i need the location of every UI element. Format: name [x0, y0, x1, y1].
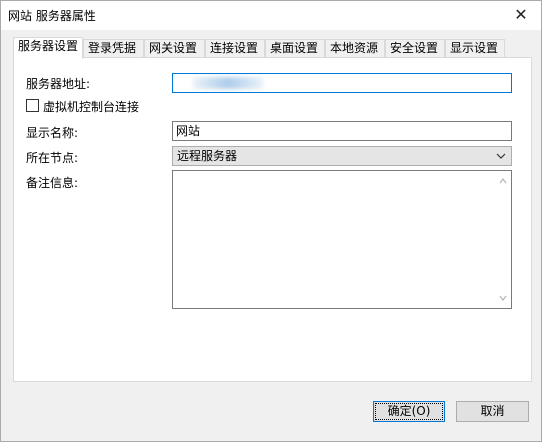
display-name-label: 显示名称: [26, 126, 79, 140]
tab-strip: 服务器设置 登录凭据 网关设置 连接设置 桌面设置 本地资源 安全设置 显示设置 [13, 37, 533, 59]
tab-desktop-settings[interactable]: 桌面设置 [265, 39, 325, 58]
display-name-input[interactable]: 网站 [172, 121, 512, 141]
tab-display-settings[interactable]: 显示设置 [445, 39, 505, 58]
ok-button[interactable]: 确定(O) [373, 401, 445, 422]
vm-console-label: 虚拟机控制台连接 [43, 100, 140, 114]
vm-console-checkbox[interactable] [26, 99, 39, 112]
tab-connection-settings[interactable]: 连接设置 [205, 39, 265, 58]
tab-login-credentials[interactable]: 登录凭据 [83, 39, 144, 58]
server-settings-panel: 服务器地址: 虚拟机控制台连接 显示名称: 网站 所在节点: 远程服务器 备注信… [13, 57, 532, 382]
server-properties-dialog: 网站 服务器属性 ✕ 服务器设置 登录凭据 网关设置 连接设置 桌面设置 本地资… [0, 0, 542, 442]
chevron-down-icon [496, 153, 506, 159]
close-button[interactable]: ✕ [507, 3, 535, 27]
scroll-down-icon[interactable] [498, 293, 508, 303]
window-title: 网站 服务器属性 [8, 9, 96, 23]
node-label: 所在节点: [26, 151, 79, 165]
redacted-address [193, 77, 263, 89]
cancel-button[interactable]: 取消 [456, 401, 529, 422]
tab-gateway-settings[interactable]: 网关设置 [144, 39, 205, 58]
tab-local-resources[interactable]: 本地资源 [325, 39, 385, 58]
notes-label: 备注信息: [26, 176, 79, 190]
tab-server-settings[interactable]: 服务器设置 [13, 37, 83, 59]
notes-textarea[interactable] [172, 170, 512, 309]
scroll-up-icon[interactable] [498, 176, 508, 186]
title-bar: 网站 服务器属性 ✕ [1, 1, 541, 30]
tab-security-settings[interactable]: 安全设置 [385, 39, 445, 58]
close-icon: ✕ [514, 5, 528, 24]
node-select[interactable]: 远程服务器 [172, 146, 512, 166]
server-address-label: 服务器地址: [26, 77, 91, 91]
server-address-input[interactable] [172, 73, 512, 93]
